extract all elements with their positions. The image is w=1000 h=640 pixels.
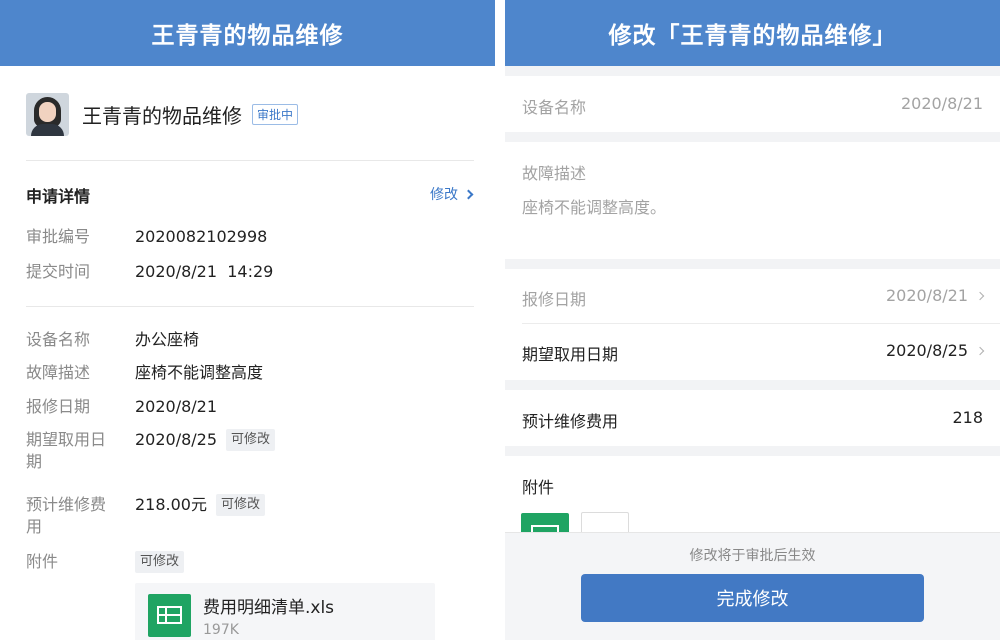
cost-value: 218.00元 可修改 (135, 494, 266, 516)
approval-no-value: 2020082102998 (135, 227, 268, 246)
repair-date-field-text: 2020/8/21 (885, 286, 968, 305)
chevron-right-icon (975, 346, 985, 355)
cost-text: 218.00元 (135, 495, 207, 514)
attachment-field-label: 附件 (522, 478, 555, 497)
attachment-value: 可修改 (135, 551, 185, 573)
expected-date-field-value: 2020/8/25 (885, 341, 985, 360)
spreadsheet-icon (148, 594, 191, 637)
repair-date-value: 2020/8/21 (135, 397, 218, 416)
file-size: 197K (203, 622, 239, 638)
status-badge: 审批中 (252, 104, 299, 125)
section-title: 申请详情 (26, 187, 91, 206)
file-name: 费用明细清单.xls (203, 598, 335, 618)
detail-header-title: 王青青的物品维修 (0, 0, 495, 66)
profile-name: 王青青的物品维修 (82, 104, 242, 128)
expected-date-label-line2: 期 (26, 452, 43, 471)
profile: 王青青的物品维修 审批中 (26, 93, 299, 136)
expected-date-text: 2020/8/25 (135, 430, 218, 449)
fault-label: 故障描述 (26, 363, 91, 382)
footer: 修改将于审批后生效 完成修改 (505, 532, 1000, 640)
attachment-file-card[interactable]: 费用明细清单.xls 197K (135, 583, 435, 640)
editable-tag: 可修改 (135, 551, 185, 573)
device-field-value: 2020/8/21 (900, 94, 983, 113)
divider (26, 306, 474, 307)
avatar (26, 93, 69, 136)
cost-label-line2: 用 (26, 517, 43, 536)
fault-value: 座椅不能调整高度 (135, 363, 264, 382)
expected-date-picker[interactable]: 期望取用日期 2020/8/25 (505, 324, 1000, 380)
fault-field-label: 故障描述 (522, 164, 587, 183)
chevron-right-icon (975, 291, 985, 300)
submit-time-label: 提交时间 (26, 262, 91, 281)
expected-date-field-label: 期望取用日期 (522, 345, 619, 364)
done-button[interactable]: 完成修改 (581, 574, 924, 622)
device-field: 设备名称 2020/8/21 (505, 76, 1000, 132)
device-field-label: 设备名称 (522, 98, 587, 117)
expected-date-field-text: 2020/8/25 (885, 341, 968, 360)
editable-tag: 可修改 (226, 429, 276, 451)
cost-label-line1: 预计维修费 (26, 495, 107, 514)
cost-field[interactable]: 预计维修费用 218 (505, 390, 1000, 446)
fault-field-value: 座椅不能调整高度。 (522, 198, 667, 217)
edit-form-panel: 修改「王青青的物品维修」 设备名称 2020/8/21 故障描述 座椅不能调整高… (505, 0, 1000, 640)
expected-date-label-line1: 期望取用日 (26, 430, 107, 449)
divider (26, 160, 474, 161)
repair-date-field-label: 报修日期 (522, 290, 587, 309)
expected-date-value: 2020/8/25 可修改 (135, 429, 276, 451)
submit-time-value: 2020/8/21 14:29 (135, 262, 274, 281)
date-fields: 报修日期 2020/8/21 期望取用日期 2020/8/25 (505, 269, 1000, 380)
expected-date-label: 期望取用日 期 (26, 429, 118, 473)
edit-link-label: 修改 (430, 187, 458, 203)
editable-tag: 可修改 (216, 494, 266, 516)
chevron-right-icon (463, 189, 474, 199)
cost-field-value: 218 (952, 408, 983, 427)
fault-field: 故障描述 座椅不能调整高度。 (505, 142, 1000, 259)
approval-detail-panel: 王青青的物品维修 王青青的物品维修 审批中 申请详情 修改 审批编号 20200… (0, 0, 495, 640)
repair-date-label: 报修日期 (26, 397, 91, 416)
cost-field-label: 预计维修费用 (522, 412, 619, 431)
footer-note: 修改将于审批后生效 (689, 548, 816, 564)
attachment-label: 附件 (26, 552, 59, 571)
device-label: 设备名称 (26, 330, 91, 349)
edit-header-title: 修改「王青青的物品维修」 (505, 0, 1000, 66)
approval-no-label: 审批编号 (26, 227, 91, 246)
device-value: 办公座椅 (135, 330, 200, 349)
repair-date-field-value: 2020/8/21 (885, 286, 985, 305)
cost-label: 预计维修费 用 (26, 494, 118, 538)
edit-link[interactable]: 修改 (430, 184, 474, 204)
